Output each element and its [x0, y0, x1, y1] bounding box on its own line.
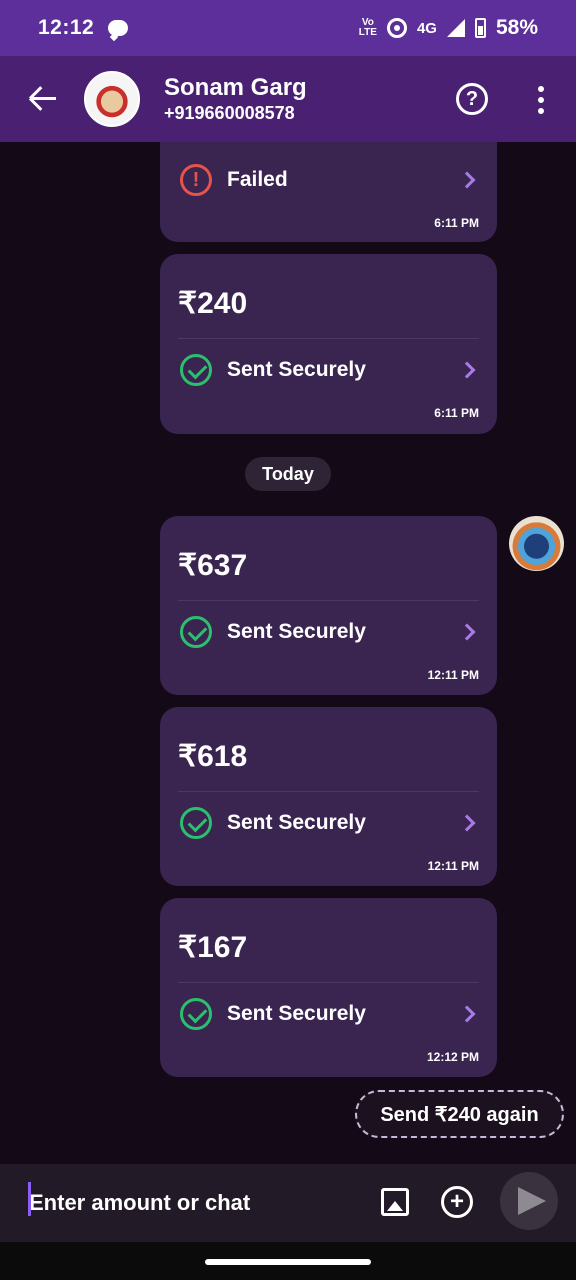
hotspot-icon [386, 18, 407, 38]
check-circle-icon [180, 616, 212, 648]
check-circle-icon [180, 807, 212, 839]
image-icon[interactable] [381, 1188, 409, 1216]
payment-card[interactable]: ₹637 Sent Securely 12:11 PM [160, 516, 497, 695]
payment-card[interactable]: ₹240 Sent Securely 6:11 PM [160, 254, 497, 434]
contact-name: Sonam Garg [164, 74, 307, 101]
payment-status: Sent Securely [227, 620, 366, 643]
composer-bar: Enter amount or chat + [0, 1164, 576, 1242]
payment-card[interactable]: ₹618 Sent Securely 12:11 PM [160, 707, 497, 886]
chat-thread[interactable]: ! Failed 6:11 PM ₹240 Sent Securely 6:11… [0, 142, 576, 1164]
chevron-right-icon [458, 361, 476, 379]
payment-amount: ₹167 [178, 931, 248, 964]
payment-card[interactable]: ₹167 Sent Securely 12:12 PM [160, 898, 497, 1077]
battery-icon [474, 18, 486, 38]
back-arrow-icon[interactable] [26, 82, 60, 116]
contact-phone: +919660008578 [164, 103, 295, 123]
add-circle-icon[interactable]: + [441, 1186, 473, 1218]
contact-avatar[interactable] [84, 71, 140, 127]
payment-status: Failed [227, 168, 288, 191]
help-icon[interactable]: ? [456, 83, 488, 115]
send-icon [518, 1187, 546, 1215]
chat-header: Sonam Garg +919660008578 ? [0, 56, 576, 142]
amount-chat-input[interactable]: Enter amount or chat [29, 1190, 359, 1216]
message-time: 12:11 PM [427, 859, 479, 873]
date-separator: Today [245, 457, 331, 491]
error-icon: ! [180, 164, 212, 196]
chevron-right-icon [458, 171, 476, 189]
card-divider [178, 600, 479, 601]
text-cursor [28, 1182, 31, 1216]
payment-status: Sent Securely [227, 358, 366, 381]
signal-icon [446, 19, 465, 37]
card-divider [178, 338, 479, 339]
check-circle-icon [180, 998, 212, 1030]
battery-level: 58% [495, 16, 538, 39]
sender-avatar [509, 516, 564, 571]
chevron-right-icon [458, 623, 476, 641]
payment-amount: ₹637 [178, 549, 248, 582]
message-notification-icon [108, 20, 129, 36]
message-time: 6:11 PM [434, 216, 479, 230]
card-divider [178, 791, 479, 792]
status-indicators: Vo LTE 4G 58% [359, 16, 538, 40]
chevron-right-icon [458, 1005, 476, 1023]
home-indicator[interactable] [205, 1259, 371, 1265]
card-divider [178, 982, 479, 983]
network-type: 4G [416, 19, 437, 37]
message-time: 12:11 PM [427, 668, 479, 682]
payment-amount: ₹618 [178, 740, 248, 773]
system-nav-bar [0, 1242, 576, 1280]
payment-amount: ₹240 [178, 287, 248, 320]
message-time: 6:11 PM [434, 406, 479, 420]
chevron-right-icon [458, 814, 476, 832]
volte-icon: Vo LTE [358, 17, 377, 38]
contact-info[interactable]: Sonam Garg +919660008578 [164, 74, 307, 124]
more-vert-icon[interactable] [537, 86, 545, 114]
status-time: 12:12 [38, 16, 95, 39]
message-time: 12:12 PM [426, 1050, 479, 1064]
send-again-button[interactable]: Send ₹240 again [355, 1090, 564, 1138]
check-circle-icon [180, 354, 212, 386]
payment-status: Sent Securely [227, 1002, 366, 1025]
send-button[interactable] [500, 1172, 558, 1230]
payment-status: Sent Securely [227, 811, 366, 834]
payment-card-failed[interactable]: ! Failed 6:11 PM [160, 142, 497, 242]
status-bar: 12:12 Vo LTE 4G 58% [0, 0, 576, 56]
